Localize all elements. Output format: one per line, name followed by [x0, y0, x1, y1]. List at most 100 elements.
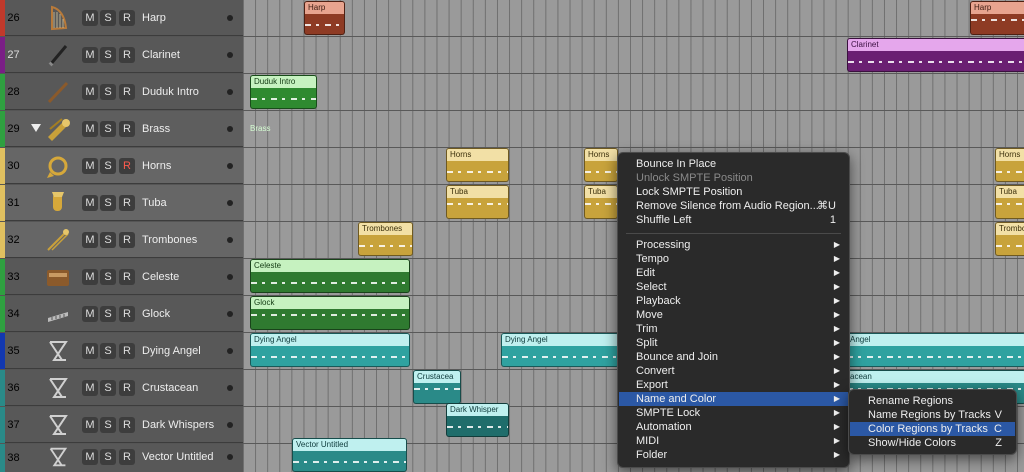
midi-region[interactable]: Vector Untitled — [292, 438, 407, 472]
track-status-dot[interactable] — [227, 385, 233, 391]
mute-button[interactable]: M — [82, 417, 98, 433]
mute-button[interactable]: M — [82, 343, 98, 359]
midi-region[interactable]: Glock — [250, 296, 410, 330]
record-enable-button[interactable]: R — [119, 417, 135, 433]
track-row-trombones[interactable]: 32 M S R Trombones — [0, 222, 243, 258]
track-row-clarinet[interactable]: 27 M S R Clarinet — [0, 37, 243, 73]
solo-button[interactable]: S — [100, 343, 116, 359]
track-name[interactable]: Harp — [142, 0, 166, 36]
mute-button[interactable]: M — [82, 84, 98, 100]
menu-item-split[interactable]: Split ▶ — [619, 336, 848, 350]
track-row-glock[interactable]: 34 M S R Glock — [0, 296, 243, 332]
record-enable-button[interactable]: R — [119, 306, 135, 322]
track-status-dot[interactable] — [227, 89, 233, 95]
mute-button[interactable]: M — [82, 232, 98, 248]
track-name[interactable]: Celeste — [142, 259, 179, 295]
midi-region[interactable]: Tuba — [446, 185, 509, 219]
track-status-dot[interactable] — [227, 311, 233, 317]
record-enable-button[interactable]: R — [119, 84, 135, 100]
menu-item-smpte-lock[interactable]: SMPTE Lock ▶ — [619, 406, 848, 420]
track-name[interactable]: Horns — [142, 148, 171, 184]
track-row-duduk-intro[interactable]: 28 M S R Duduk Intro — [0, 74, 243, 110]
record-enable-button[interactable]: R — [119, 343, 135, 359]
midi-region[interactable]: Harp — [304, 1, 345, 35]
track-status-dot[interactable] — [227, 52, 233, 58]
record-enable-button[interactable]: R — [119, 47, 135, 63]
solo-button[interactable]: S — [100, 121, 116, 137]
folder-region-label[interactable]: Brass — [250, 124, 270, 133]
track-name[interactable]: Trombones — [142, 222, 197, 258]
solo-button[interactable]: S — [100, 306, 116, 322]
solo-button[interactable]: S — [100, 269, 116, 285]
track-status-dot[interactable] — [227, 422, 233, 428]
menu-item-midi[interactable]: MIDI ▶ — [619, 434, 848, 448]
track-status-dot[interactable] — [227, 126, 233, 132]
track-status-dot[interactable] — [227, 237, 233, 243]
midi-region[interactable]: Harp — [970, 1, 1024, 35]
midi-region[interactable]: Duduk Intro — [250, 75, 317, 109]
record-enable-button[interactable]: R — [119, 232, 135, 248]
menu-item-name-regions-by-tracks[interactable]: Name Regions by Tracks V — [850, 408, 1015, 422]
midi-region[interactable]: Horns — [995, 148, 1024, 182]
record-enable-button[interactable]: R — [119, 10, 135, 26]
midi-region[interactable]: Trombones — [358, 222, 413, 256]
midi-region[interactable]: Tuba — [584, 185, 618, 219]
record-enable-button[interactable]: R — [119, 449, 135, 465]
midi-region[interactable]: Trombones — [995, 222, 1024, 256]
midi-region[interactable]: Dying Angel — [501, 333, 619, 367]
track-status-dot[interactable] — [227, 454, 233, 460]
solo-button[interactable]: S — [100, 449, 116, 465]
midi-region[interactable]: Dying Angel — [250, 333, 410, 367]
solo-button[interactable]: S — [100, 195, 116, 211]
record-enable-button[interactable]: R — [119, 195, 135, 211]
track-name[interactable]: Glock — [142, 296, 170, 332]
menu-item-automation[interactable]: Automation ▶ — [619, 420, 848, 434]
mute-button[interactable]: M — [82, 269, 98, 285]
track-row-brass[interactable]: 29 M S R Brass — [0, 111, 243, 147]
record-enable-button[interactable]: R — [119, 158, 135, 174]
track-row-dying-angel[interactable]: 35 M S R Dying Angel — [0, 333, 243, 369]
mute-button[interactable]: M — [82, 306, 98, 322]
menu-item-show-hide-colors[interactable]: Show/Hide Colors Z — [850, 436, 1015, 450]
track-name[interactable]: Duduk Intro — [142, 74, 199, 110]
solo-button[interactable]: S — [100, 232, 116, 248]
solo-button[interactable]: S — [100, 417, 116, 433]
track-name[interactable]: Crustacean — [142, 370, 198, 406]
menu-item-trim[interactable]: Trim ▶ — [619, 322, 848, 336]
solo-button[interactable]: S — [100, 10, 116, 26]
disclosure-triangle-icon[interactable] — [31, 124, 41, 132]
menu-item-convert[interactable]: Convert ▶ — [619, 364, 848, 378]
track-status-dot[interactable] — [227, 163, 233, 169]
menu-item-name-and-color[interactable]: Name and Color ▶ — [619, 392, 848, 406]
solo-button[interactable]: S — [100, 84, 116, 100]
track-status-dot[interactable] — [227, 200, 233, 206]
midi-region[interactable]: Clarinet — [847, 38, 1024, 72]
mute-button[interactable]: M — [82, 121, 98, 137]
mute-button[interactable]: M — [82, 158, 98, 174]
track-name[interactable]: Dark Whispers — [142, 407, 214, 443]
track-name[interactable]: Tuba — [142, 185, 167, 221]
track-name[interactable]: Clarinet — [142, 37, 180, 73]
track-row-vector-untitled[interactable]: 38 M S R Vector Untitled — [0, 444, 243, 472]
midi-region[interactable]: Crustacea — [413, 370, 461, 404]
track-name[interactable]: Brass — [142, 111, 170, 147]
midi-region[interactable]: Horns — [446, 148, 509, 182]
record-enable-button[interactable]: R — [119, 380, 135, 396]
track-row-tuba[interactable]: 31 M S R Tuba — [0, 185, 243, 221]
record-enable-button[interactable]: R — [119, 269, 135, 285]
menu-item-folder[interactable]: Folder ▶ — [619, 448, 848, 462]
menu-item-bounce-in-place[interactable]: Bounce In Place — [619, 157, 848, 171]
menu-item-remove-silence[interactable]: Remove Silence from Audio Region... ⌘U — [619, 199, 848, 213]
track-status-dot[interactable] — [227, 274, 233, 280]
track-row-crustacean[interactable]: 36 M S R Crustacean — [0, 370, 243, 406]
menu-item-color-regions-by-tracks[interactable]: Color Regions by Tracks C — [850, 422, 1015, 436]
menu-item-tempo[interactable]: Tempo ▶ — [619, 252, 848, 266]
menu-item-playback[interactable]: Playback ▶ — [619, 294, 848, 308]
record-enable-button[interactable]: R — [119, 121, 135, 137]
midi-region[interactable]: Angel — [846, 333, 1024, 367]
menu-item-rename-regions[interactable]: Rename Regions — [850, 394, 1015, 408]
track-name[interactable]: Vector Untitled — [142, 444, 214, 472]
menu-item-export[interactable]: Export ▶ — [619, 378, 848, 392]
solo-button[interactable]: S — [100, 47, 116, 63]
solo-button[interactable]: S — [100, 380, 116, 396]
